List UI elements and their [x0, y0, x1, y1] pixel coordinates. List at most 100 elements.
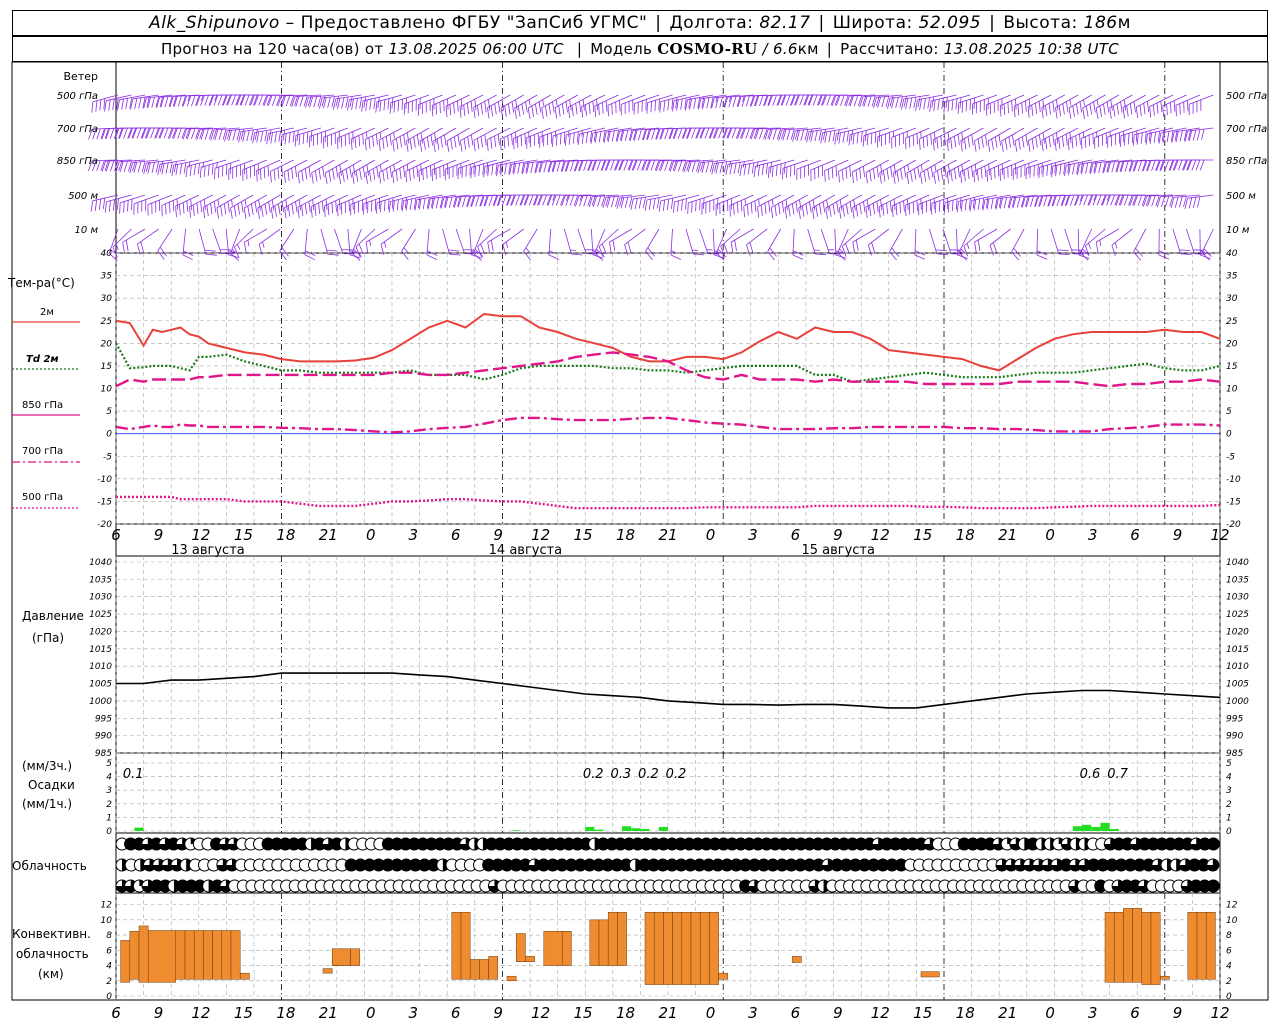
- cloud-symbol: [1206, 837, 1220, 851]
- convective-bar: [120, 940, 131, 983]
- wind-barb: [189, 194, 213, 218]
- precip-amount-label: 0.3: [610, 767, 631, 782]
- convective-bar: [1104, 911, 1115, 983]
- time-tick-label: 6: [1130, 1004, 1140, 1022]
- convective-bar: [129, 931, 140, 980]
- wind-title: Ветер: [64, 70, 98, 83]
- pres-tick-label: 1035: [89, 575, 112, 585]
- day-label: 14 августа: [489, 543, 563, 558]
- pres-tick-label: 1025: [89, 610, 112, 620]
- wind-barb: [807, 228, 827, 256]
- time-tick-label: 21: [658, 526, 677, 544]
- wind-barb: [609, 228, 633, 253]
- wind-barb: [699, 228, 719, 255]
- wind-level-label-right: 500 м: [1226, 191, 1256, 202]
- convective-bar: [451, 911, 462, 980]
- wind-barb: [960, 127, 984, 152]
- time-tick-label: 0: [1045, 526, 1055, 544]
- pres-tick-label-right: 1005: [1226, 680, 1249, 690]
- wind-barb: [175, 194, 200, 218]
- time-tick-label: 21: [319, 1004, 338, 1022]
- wind-level-label-right: 700 гПа: [1226, 124, 1267, 135]
- wind-barb: [473, 94, 497, 119]
- wind-barb: [1050, 228, 1070, 255]
- meteogram-canvas: 6 9 12 15 18 21 0 3 6 9 12 15 18 21 0 3 6 9 12 15 18 21 0 3 6 9 12…: [7, 61, 1269, 1022]
- legend-850-label: 850 гПа: [22, 400, 63, 411]
- pres-tick-label: 1000: [89, 697, 112, 707]
- time-tick-label: 3: [408, 1004, 418, 1022]
- time-tick-label: 15: [234, 1004, 253, 1022]
- wind-barb: [720, 228, 741, 257]
- wind-barb: [161, 194, 186, 217]
- precip-bar: [594, 829, 604, 831]
- conv-tick-label-right: 12: [1226, 901, 1238, 911]
- wind-barb: [242, 159, 267, 181]
- convective-bar: [138, 925, 149, 983]
- time-tick-label: 9: [493, 1004, 503, 1022]
- convective-bar: [1205, 911, 1216, 980]
- temp-tick-label: 10: [101, 385, 113, 395]
- pres-tick-label: 1015: [89, 645, 112, 655]
- temp-tick-label: 20: [101, 339, 113, 349]
- time-tick-label: 18: [956, 526, 975, 544]
- day-label: 13 августа: [171, 543, 245, 558]
- convective-bar: [1150, 911, 1161, 985]
- wind-barb: [820, 228, 841, 255]
- precip-amount-label: 0.1: [123, 767, 144, 782]
- conv-tick-label: 12: [101, 901, 113, 911]
- convective-bar: [690, 911, 701, 985]
- time-tick-label: 6: [111, 526, 121, 544]
- wind-barb: [577, 228, 598, 255]
- time-tick-label: 6: [111, 1004, 121, 1022]
- convective-bar: [1123, 908, 1133, 983]
- wind-barb: [137, 228, 159, 255]
- convective-bar: [322, 968, 333, 974]
- wind-barb: [157, 228, 173, 260]
- wind-barb: [323, 127, 349, 149]
- cloud-symbols: [115, 837, 1220, 893]
- prec-tick-label: 2: [106, 800, 112, 810]
- wind-barb: [670, 228, 682, 260]
- time-tick-label: 9: [493, 526, 503, 544]
- prec-tick-label: 3: [106, 786, 112, 796]
- wind-level-label: 850 гПа: [57, 156, 98, 167]
- precip-bar: [658, 826, 668, 831]
- pres-tick-label-right: 1000: [1226, 697, 1249, 707]
- conv-tick-label: 6: [106, 946, 112, 956]
- convective-bar: [184, 930, 195, 980]
- time-tick-label: 18: [616, 526, 635, 544]
- wind-barb: [957, 94, 984, 114]
- time-tick-label: 9: [1173, 1004, 1183, 1022]
- wind-barb: [283, 159, 308, 183]
- time-tick-label: 9: [833, 1004, 843, 1022]
- time-tick-label: 18: [616, 1004, 635, 1022]
- conv-title-3: (км): [38, 967, 64, 981]
- convective-bar: [543, 931, 563, 966]
- time-tick-label: 3: [748, 526, 758, 544]
- wind-barb: [455, 228, 476, 255]
- pres-tick-label-right: 995: [1226, 714, 1243, 724]
- wind-barb: [119, 194, 146, 214]
- convective-bar: [1141, 911, 1152, 985]
- convective-bar: [488, 956, 499, 980]
- temp-tick-label: -15: [97, 497, 112, 507]
- pres-tick-label-right: 990: [1226, 732, 1243, 742]
- precip-amount-label: 0.2: [583, 767, 604, 782]
- time-tick-label: 9: [154, 1004, 164, 1022]
- pres-tick-label: 990: [95, 732, 112, 742]
- wind-barb: [238, 127, 267, 143]
- precip-bar: [1082, 824, 1092, 831]
- convective-bar: [203, 930, 213, 980]
- prec-tick-label-right: 4: [1226, 773, 1232, 783]
- conv-tick-label-right: 2: [1226, 977, 1232, 987]
- precip-title: Осадки: [28, 778, 75, 792]
- pres-tick-label: 1005: [89, 680, 112, 690]
- pres-tick-label: 995: [95, 714, 112, 724]
- convective-bar: [699, 911, 710, 985]
- convective-bar: [589, 919, 600, 966]
- wind-barb: [1011, 228, 1025, 261]
- wind-barb: [1183, 159, 1214, 171]
- convective-bar: [350, 948, 361, 966]
- wind-barb: [852, 228, 876, 253]
- convective-bar: [681, 911, 692, 985]
